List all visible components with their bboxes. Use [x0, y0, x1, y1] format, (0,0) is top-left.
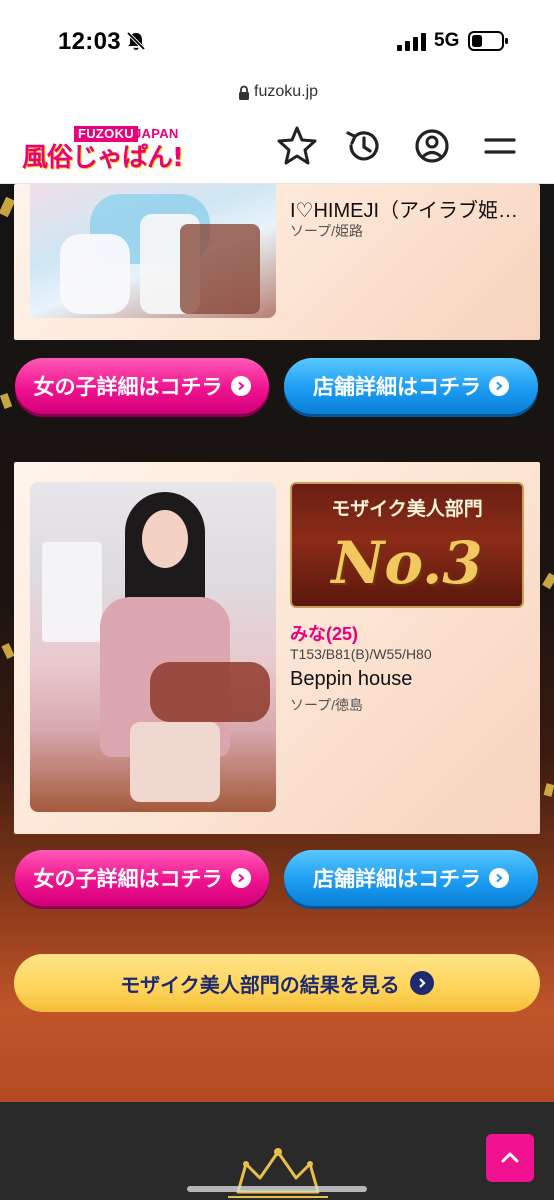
girl-stats: T153/B81(B)/W55/H80 — [290, 646, 432, 662]
sparkle-decoration — [0, 393, 13, 409]
logo-japan-text: JAPAN — [134, 126, 179, 141]
photo-figure — [42, 542, 102, 642]
girl-detail-label: 女の子詳細はコチラ — [33, 866, 223, 891]
shop-detail-label: 店舗詳細はコチラ — [313, 374, 481, 399]
ranking-card-1[interactable]: I♡HIMEJI（アイラブ姫… ソープ/姫路 — [14, 184, 540, 340]
site-header: FUZOKU JAPAN 風俗じゃぱん! — [0, 110, 554, 184]
photo-figure — [60, 234, 130, 314]
network-label: 5G — [434, 30, 460, 51]
girl-photo[interactable] — [30, 184, 276, 318]
rank-badge: モザイク美人部門 No.3 — [290, 482, 524, 608]
rank-category: モザイク美人部門 — [331, 498, 483, 520]
site-logo[interactable]: FUZOKU JAPAN 風俗じゃぱん! — [22, 124, 188, 180]
sparkle-decoration — [542, 572, 554, 590]
battery-icon — [468, 31, 508, 51]
chevron-right-icon — [230, 868, 251, 888]
girl-photo[interactable] — [30, 482, 276, 812]
photo-figure — [180, 224, 260, 314]
home-indicator — [187, 1186, 367, 1192]
lock-icon — [239, 85, 249, 100]
status-bar: 12:03 5G — [0, 0, 554, 80]
menu-icon[interactable] — [478, 124, 522, 168]
shop-name[interactable]: Beppin house — [290, 668, 412, 691]
girl-detail-button[interactable]: 女の子詳細はコチラ — [15, 358, 269, 414]
girl-detail-label: 女の子詳細はコチラ — [33, 374, 223, 399]
shop-detail-label: 店舗詳細はコチラ — [313, 866, 481, 891]
star-icon[interactable] — [275, 124, 319, 168]
photo-figure — [150, 662, 270, 722]
shop-type: ソープ/姫路 — [290, 223, 364, 239]
rank-number: No.3 — [331, 529, 483, 597]
status-time: 12:03 — [58, 28, 121, 55]
url-text: fuzoku.jp — [254, 83, 319, 100]
account-icon[interactable] — [410, 124, 454, 168]
girl-name[interactable]: みな(25) — [290, 620, 358, 646]
url-bar[interactable]: fuzoku.jp — [0, 80, 554, 110]
view-results-button[interactable]: モザイク美人部門の結果を見る — [14, 954, 540, 1012]
scroll-to-top-button[interactable] — [486, 1134, 534, 1182]
shop-detail-button[interactable]: 店舗詳細はコチラ — [284, 358, 538, 414]
girl-detail-button[interactable]: 女の子詳細はコチラ — [15, 850, 269, 906]
chevron-right-icon — [230, 376, 251, 396]
ranking-content: I♡HIMEJI（アイラブ姫… ソープ/姫路 女の子詳細はコチラ 店舗詳細はコチ… — [0, 184, 554, 1102]
shop-type: ソープ/徳島 — [290, 697, 364, 713]
bell-muted-icon — [126, 31, 146, 51]
chevron-up-icon — [501, 1152, 519, 1163]
chevron-right-icon — [489, 868, 509, 888]
ranking-card-2[interactable]: モザイク美人部門 No.3 みな(25) T153/B81(B)/W55/H80… — [14, 462, 540, 834]
photo-figure — [130, 722, 220, 802]
shop-detail-button[interactable]: 店舗詳細はコチラ — [284, 850, 538, 906]
shop-name[interactable]: I♡HIMEJI（アイラブ姫… — [290, 194, 518, 223]
sparkle-decoration — [1, 642, 15, 660]
sparkle-decoration — [543, 783, 554, 797]
view-results-label: モザイク美人部門の結果を見る — [120, 972, 400, 997]
chevron-right-circle-icon — [409, 971, 434, 995]
chevron-right-icon — [489, 376, 509, 396]
signal-icon — [397, 33, 426, 51]
history-icon[interactable] — [342, 124, 386, 168]
logo-fuzoku-text: FUZOKU — [74, 126, 138, 142]
logo-main-text: 風俗じゃぱん! — [22, 143, 184, 173]
photo-figure — [142, 510, 188, 568]
